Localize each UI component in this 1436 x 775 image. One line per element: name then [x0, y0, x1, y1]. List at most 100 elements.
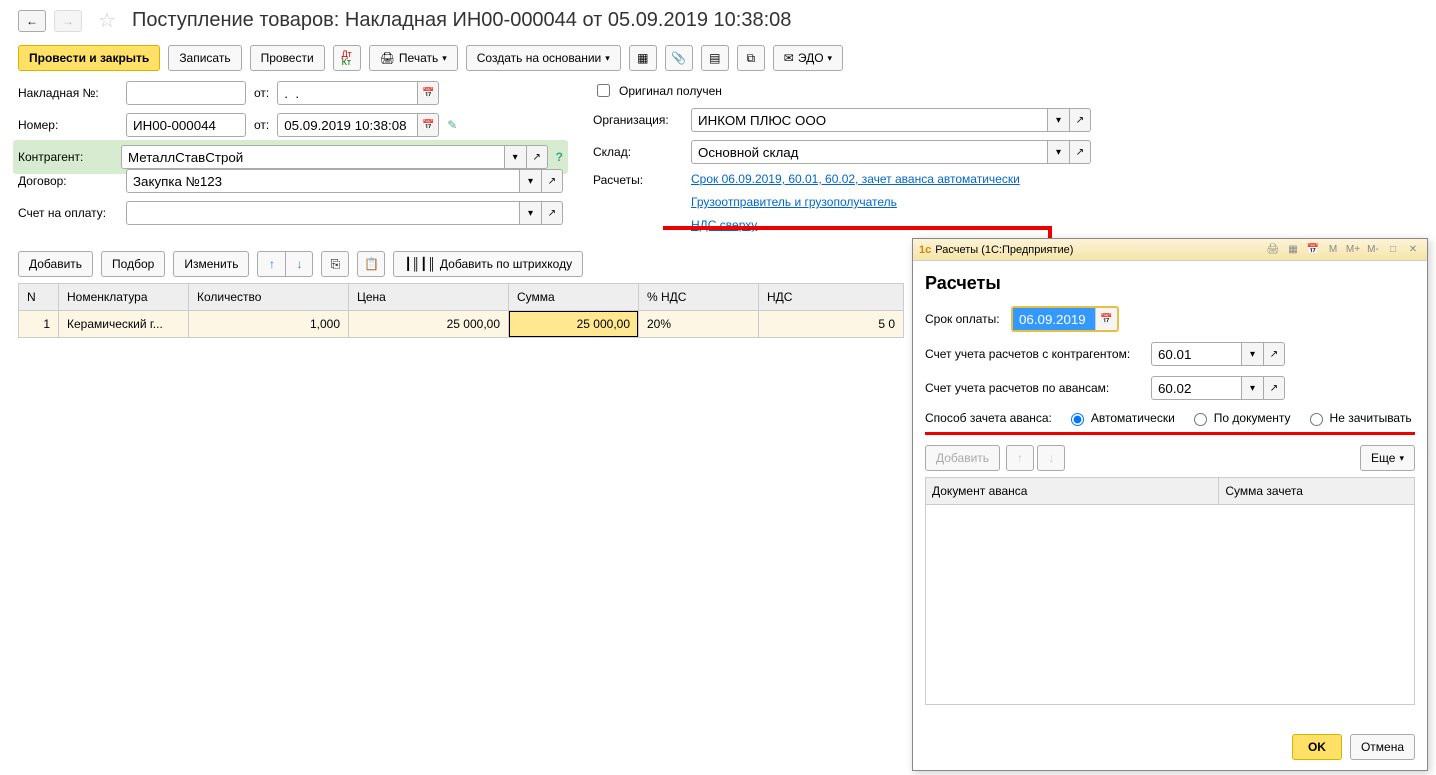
mplus-icon[interactable]: M+: [1345, 242, 1361, 258]
acct-cp-input[interactable]: [1151, 342, 1241, 366]
dropdown-icon-2[interactable]: ▾: [519, 169, 541, 193]
registers-button[interactable]: ▦: [629, 45, 657, 71]
popup-move-down-button[interactable]: ↓: [1037, 445, 1065, 471]
invoice-date-input[interactable]: [277, 81, 417, 105]
invoice-no-label: Накладная №:: [18, 86, 118, 100]
move-down-button[interactable]: ↓: [285, 251, 313, 277]
calendar-icon-3[interactable]: 📅: [1095, 308, 1117, 330]
nav-forward-button[interactable]: →: [54, 10, 82, 32]
settlements-link[interactable]: Срок 06.09.2019, 60.01, 60.02, зачет ава…: [691, 172, 1020, 187]
cell-n[interactable]: 1: [19, 311, 59, 338]
calendar-icon[interactable]: 📅: [417, 81, 439, 105]
invoice-no-input[interactable]: [126, 81, 246, 105]
counterparty-input[interactable]: [121, 145, 504, 169]
edo-button[interactable]: ✉ ЭДО: [773, 45, 843, 71]
popup-move-up-button[interactable]: ↑: [1006, 445, 1034, 471]
popup-add-button[interactable]: Добавить: [925, 445, 1000, 471]
mode-none-radio[interactable]: Не зачитывать: [1305, 410, 1412, 426]
calendar-tb-icon[interactable]: 📅: [1305, 242, 1321, 258]
pick-button[interactable]: Подбор: [101, 251, 165, 277]
open-icon-3[interactable]: ↗: [541, 201, 563, 225]
col-advance-doc[interactable]: Документ аванса: [926, 478, 1219, 505]
table-row[interactable]: 1 Керамический г... 1,000 25 000,00 25 0…: [19, 311, 904, 338]
warehouse-input[interactable]: [691, 140, 1047, 164]
attach-button[interactable]: 📎: [665, 45, 693, 71]
open-icon-2[interactable]: ↗: [541, 169, 563, 193]
shipper-link[interactable]: Грузоотправитель и грузополучатель: [691, 195, 897, 210]
mode-auto-radio[interactable]: Автоматически: [1066, 410, 1175, 426]
col-item[interactable]: Номенклатура: [59, 284, 189, 311]
nav-back-button[interactable]: ←: [18, 10, 46, 32]
post-button[interactable]: Провести: [250, 45, 325, 71]
help-icon[interactable]: ?: [556, 150, 563, 164]
cell-vat-rate[interactable]: 20%: [639, 311, 759, 338]
col-advance-sum[interactable]: Сумма зачета: [1219, 478, 1415, 505]
dropdown-icon[interactable]: ▾: [504, 145, 526, 169]
date-input[interactable]: [277, 113, 417, 137]
app-1c-icon: 1c: [919, 244, 931, 256]
cell-qty[interactable]: 1,000: [189, 311, 349, 338]
mode-doc-radio[interactable]: По документу: [1189, 410, 1291, 426]
add-by-barcode-button[interactable]: ┃║┃║ Добавить по штрихкоду: [393, 251, 583, 277]
move-up-button[interactable]: ↑: [257, 251, 285, 277]
cell-price[interactable]: 25 000,00: [349, 311, 509, 338]
close-icon[interactable]: ✕: [1405, 242, 1421, 258]
cell-sum[interactable]: 25 000,00: [509, 311, 639, 338]
dropdown-icon-5[interactable]: ▾: [1047, 140, 1069, 164]
col-vat-rate[interactable]: % НДС: [639, 284, 759, 311]
advance-docs-body[interactable]: [925, 505, 1415, 705]
due-date-input[interactable]: [1013, 308, 1095, 330]
maximize-icon[interactable]: □: [1385, 242, 1401, 258]
dropdown-icon-3[interactable]: ▾: [519, 201, 541, 225]
favorite-star-icon[interactable]: ☆: [98, 8, 116, 33]
col-qty[interactable]: Количество: [189, 284, 349, 311]
report-button[interactable]: ▤: [701, 45, 729, 71]
vat-link[interactable]: НДС сверху: [691, 218, 757, 233]
edit-date-icon[interactable]: ✎: [447, 118, 457, 132]
paste-button[interactable]: 📋: [357, 251, 385, 277]
print-icon[interactable]: 🖨: [1265, 242, 1281, 258]
col-price[interactable]: Цена: [349, 284, 509, 311]
settlements-label: Расчеты:: [593, 173, 683, 187]
open-icon-5[interactable]: ↗: [1069, 140, 1091, 164]
popup-heading: Расчеты: [925, 273, 1415, 294]
number-input[interactable]: [126, 113, 246, 137]
m-icon[interactable]: M: [1325, 242, 1341, 258]
counterparty-label: Контрагент:: [18, 150, 113, 164]
dropdown-icon-7[interactable]: ▾: [1241, 376, 1263, 400]
dropdown-icon-4[interactable]: ▾: [1047, 108, 1069, 132]
post-and-close-button[interactable]: Провести и закрыть: [18, 45, 160, 71]
col-vat[interactable]: НДС: [759, 284, 904, 311]
calendar-icon-2[interactable]: 📅: [417, 113, 439, 137]
cell-item[interactable]: Керамический г...: [59, 311, 189, 338]
print-button[interactable]: 🖨 Печать: [369, 45, 458, 71]
invoice-pay-input[interactable]: [126, 201, 519, 225]
open-icon[interactable]: ↗: [526, 145, 548, 169]
original-received-checkbox[interactable]: Оригинал получен: [593, 81, 722, 100]
popup-titlebar[interactable]: 1c Расчеты (1С:Предприятие) 🖨 ▦ 📅 M M+ M…: [913, 239, 1427, 261]
dtkt-button[interactable]: ДтКт: [333, 45, 361, 71]
col-sum[interactable]: Сумма: [509, 284, 639, 311]
open-icon-4[interactable]: ↗: [1069, 108, 1091, 132]
edit-row-button[interactable]: Изменить: [173, 251, 249, 277]
open-icon-6[interactable]: ↗: [1263, 342, 1285, 366]
calc-icon[interactable]: ▦: [1285, 242, 1301, 258]
open-icon-7[interactable]: ↗: [1263, 376, 1285, 400]
org-input[interactable]: [691, 108, 1047, 132]
acct-adv-input[interactable]: [1151, 376, 1241, 400]
add-row-button[interactable]: Добавить: [18, 251, 93, 277]
save-button[interactable]: Записать: [168, 45, 241, 71]
col-n[interactable]: N: [19, 284, 59, 311]
contract-input[interactable]: [126, 169, 519, 193]
ok-button[interactable]: OK: [1292, 734, 1342, 760]
original-received-input[interactable]: [597, 84, 610, 97]
cell-vat[interactable]: 5 0: [759, 311, 904, 338]
mminus-icon[interactable]: M-: [1365, 242, 1381, 258]
popup-more-button[interactable]: Еще: [1360, 445, 1415, 471]
struct-button[interactable]: ⧉: [737, 45, 765, 71]
invoice-pay-label: Счет на оплату:: [18, 206, 118, 220]
create-based-button[interactable]: Создать на основании: [466, 45, 621, 71]
cancel-button[interactable]: Отмена: [1350, 734, 1415, 760]
copy-button[interactable]: ⎘: [321, 251, 349, 277]
dropdown-icon-6[interactable]: ▾: [1241, 342, 1263, 366]
